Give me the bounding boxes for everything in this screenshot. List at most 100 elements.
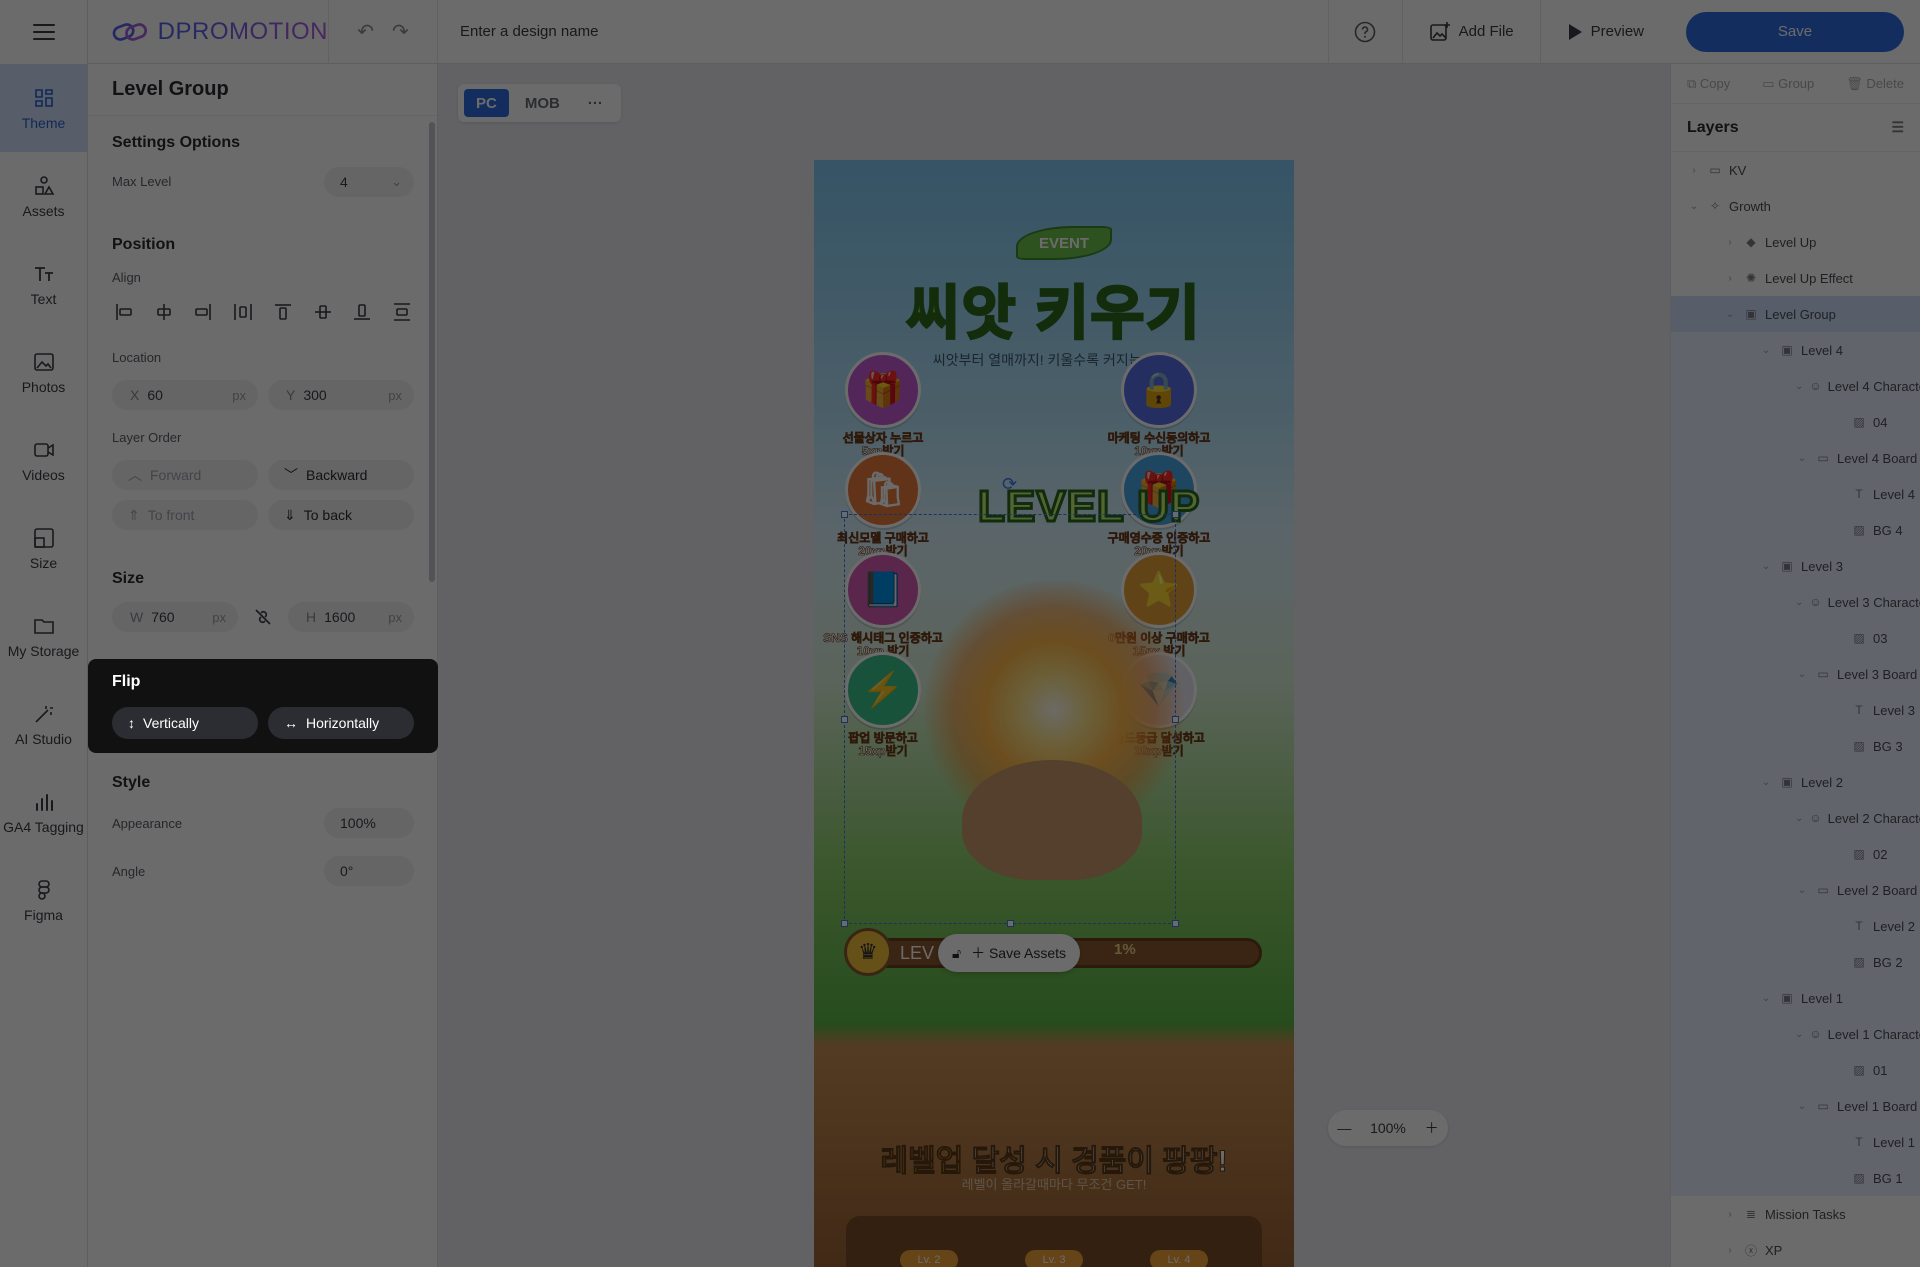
design-artboard[interactable]: EVENT 씨앗 키우기 씨앗부터 열매까지! 키울수록 커지는 혜택! 🎁 선… xyxy=(814,160,1294,1267)
layer-row[interactable]: ⌄ ☺ Level 2 Character xyxy=(1671,800,1920,836)
angle-input[interactable]: 0° xyxy=(324,856,414,886)
distribute-h-icon[interactable] xyxy=(231,300,255,324)
more-options-icon[interactable]: ··· xyxy=(576,89,615,117)
chevron-right-icon[interactable]: › xyxy=(1723,1209,1737,1220)
align-left-icon[interactable] xyxy=(112,300,136,324)
chevron-down-icon[interactable]: ⌄ xyxy=(1795,381,1803,392)
help-button[interactable] xyxy=(1327,0,1402,64)
chevron-down-icon[interactable]: ⌄ xyxy=(1795,813,1803,824)
redo-icon[interactable]: ↷ xyxy=(392,19,409,44)
layer-row[interactable]: › ✺ Level Up Effect xyxy=(1671,260,1920,296)
x-input[interactable]: X 60 px xyxy=(112,380,258,410)
rail-item-my-storage[interactable]: My Storage xyxy=(0,592,87,680)
chevron-right-icon[interactable]: › xyxy=(1723,237,1737,248)
layer-row[interactable]: ▨ 02 xyxy=(1671,836,1920,872)
rail-item-ai-studio[interactable]: AI Studio xyxy=(0,680,87,768)
zoom-in-icon[interactable]: ＋ xyxy=(1425,1118,1439,1138)
to-front-button[interactable]: ⇑ To front xyxy=(112,500,258,530)
delete-button[interactable]: 🗑︎ Delete xyxy=(1846,76,1904,92)
undo-icon[interactable]: ↶ xyxy=(357,19,374,44)
layer-row[interactable]: ⌄ ▭ Level 4 Board xyxy=(1671,440,1920,476)
chevron-down-icon[interactable]: ⌄ xyxy=(1759,345,1773,356)
layer-row[interactable]: T Level 1 xyxy=(1671,1124,1920,1160)
rail-item-theme[interactable]: Theme xyxy=(0,64,87,152)
align-bottom-icon[interactable] xyxy=(350,300,374,324)
layer-row[interactable]: ▨ 01 xyxy=(1671,1052,1920,1088)
chevron-down-icon[interactable]: ⌄ xyxy=(1723,309,1737,320)
layer-row[interactable]: ⌄ ▣ Level 2 xyxy=(1671,764,1920,800)
chevron-down-icon[interactable]: ⌄ xyxy=(1687,201,1701,212)
layer-row[interactable]: T Level 4 xyxy=(1671,476,1920,512)
forward-button[interactable]: ︿ Forward xyxy=(112,460,258,490)
appearance-input[interactable]: 100% xyxy=(324,808,414,838)
layer-row[interactable]: ⌄ ☺ Level 1 Character xyxy=(1671,1016,1920,1052)
rail-item-text[interactable]: Text xyxy=(0,240,87,328)
chevron-down-icon[interactable]: ⌄ xyxy=(1795,1029,1803,1040)
brand-logo[interactable]: DPROMOTION xyxy=(88,18,328,46)
layer-row[interactable]: ▨ BG 1 xyxy=(1671,1160,1920,1196)
layer-row[interactable]: › ≣ Mission Tasks xyxy=(1671,1196,1920,1232)
layer-row[interactable]: T Level 2 xyxy=(1671,908,1920,944)
rail-item-photos[interactable]: Photos xyxy=(0,328,87,416)
align-top-icon[interactable] xyxy=(271,300,295,324)
layer-row[interactable]: ▨ BG 4 xyxy=(1671,512,1920,548)
design-name-input[interactable]: Enter a design name xyxy=(438,23,1328,40)
rail-item-videos[interactable]: Videos xyxy=(0,416,87,504)
selection-box[interactable] xyxy=(841,511,1179,927)
resize-handle[interactable] xyxy=(841,511,848,518)
add-file-button[interactable]: Add File xyxy=(1401,0,1540,64)
lock-icon[interactable]: 🔓︎ xyxy=(952,945,961,962)
layer-row[interactable]: ▨ BG 2 xyxy=(1671,944,1920,980)
chevron-down-icon[interactable]: ⌄ xyxy=(1759,777,1773,788)
chevron-down-icon[interactable]: ⌄ xyxy=(1795,1101,1809,1112)
layer-row[interactable]: ▨ 03 xyxy=(1671,620,1920,656)
collapse-all-icon[interactable]: ☰ xyxy=(1891,119,1904,136)
view-pc-button[interactable]: PC xyxy=(464,89,509,117)
layer-row[interactable]: ▨ BG 3 xyxy=(1671,728,1920,764)
rail-item-ga4-tagging[interactable]: GA4 Tagging xyxy=(0,768,87,856)
flip-vertical-button[interactable]: ↕ Vertically xyxy=(112,707,258,739)
copy-button[interactable]: ⧉ Copy xyxy=(1687,76,1730,92)
max-level-select[interactable]: 4 ⌄ xyxy=(324,167,414,197)
rail-item-assets[interactable]: Assets xyxy=(0,152,87,240)
resize-handle[interactable] xyxy=(1172,716,1179,723)
to-back-button[interactable]: ⇓ To back xyxy=(268,500,414,530)
view-mob-button[interactable]: MOB xyxy=(513,89,572,117)
panel-scrollbar[interactable] xyxy=(429,122,435,582)
hamburger-menu-button[interactable] xyxy=(0,0,87,64)
layer-row[interactable]: ⌄ ▣ Level Group xyxy=(1671,296,1920,332)
height-input[interactable]: H 1600 px xyxy=(288,602,414,632)
save-assets-button[interactable]: ＋ Save Assets xyxy=(971,943,1066,963)
align-center-h-icon[interactable] xyxy=(152,300,176,324)
resize-handle[interactable] xyxy=(1172,920,1179,927)
layer-row[interactable]: ⌄ ▭ Level 3 Board xyxy=(1671,656,1920,692)
resize-handle[interactable] xyxy=(841,716,848,723)
layer-row[interactable]: T Level 3 xyxy=(1671,692,1920,728)
chevron-down-icon[interactable]: ⌄ xyxy=(1795,453,1809,464)
canvas-area[interactable]: PC MOB ··· EVENT 씨앗 키우기 씨앗부터 열매까지! 키울수록 … xyxy=(438,64,1670,1267)
layer-row[interactable]: › ◆ Level Up xyxy=(1671,224,1920,260)
chevron-down-icon[interactable]: ⌄ xyxy=(1795,669,1809,680)
chevron-down-icon[interactable]: ⌄ xyxy=(1795,885,1809,896)
layer-row[interactable]: ⌄ ▣ Level 1 xyxy=(1671,980,1920,1016)
layer-row[interactable]: ⌄ ▭ Level 1 Board xyxy=(1671,1088,1920,1124)
layer-row[interactable]: ▨ 04 xyxy=(1671,404,1920,440)
layer-row[interactable]: ⌄ ▣ Level 3 xyxy=(1671,548,1920,584)
layer-row[interactable]: › ▭ KV xyxy=(1671,152,1920,188)
save-button[interactable]: Save xyxy=(1686,11,1904,52)
rail-item-size[interactable]: Size xyxy=(0,504,87,592)
resize-handle[interactable] xyxy=(841,920,848,927)
flip-horizontal-button[interactable]: ↔ Horizontally xyxy=(268,707,414,739)
rail-item-figma[interactable]: Figma xyxy=(0,856,87,944)
chevron-right-icon[interactable]: › xyxy=(1723,1245,1737,1256)
layer-row[interactable]: ⌄ ▭ Level 2 Board xyxy=(1671,872,1920,908)
zoom-out-icon[interactable]: — xyxy=(1337,1120,1351,1136)
backward-button[interactable]: ﹀ Backward xyxy=(268,460,414,490)
chevron-down-icon[interactable]: ⌄ xyxy=(1795,597,1803,608)
chevron-right-icon[interactable]: › xyxy=(1687,165,1701,176)
chevron-right-icon[interactable]: › xyxy=(1723,273,1737,284)
group-button[interactable]: ▭ Group xyxy=(1762,76,1814,92)
aspect-lock-button[interactable] xyxy=(246,605,280,629)
align-right-icon[interactable] xyxy=(191,300,215,324)
preview-button[interactable]: Preview xyxy=(1539,0,1670,64)
